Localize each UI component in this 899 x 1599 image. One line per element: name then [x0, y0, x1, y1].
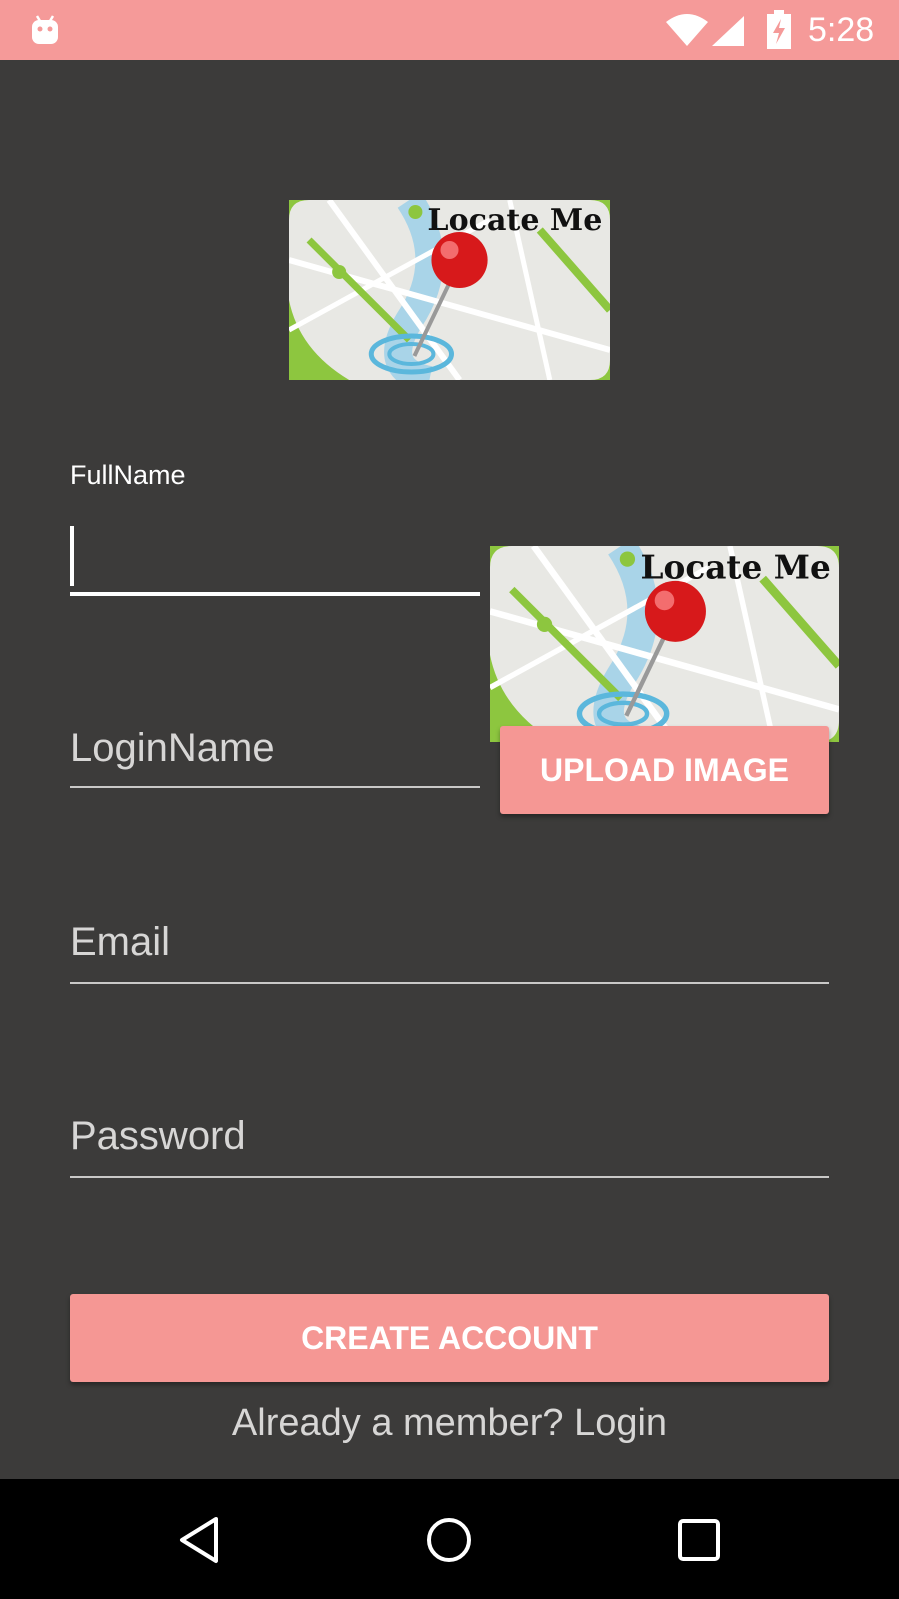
fullname-underline: [70, 592, 480, 596]
email-input[interactable]: Email: [70, 918, 829, 984]
wifi-icon: [666, 14, 708, 46]
password-underline: [70, 1176, 829, 1178]
loginname-placeholder: LoginName: [70, 726, 275, 770]
profile-image-preview: Locate Me: [490, 546, 839, 742]
email-underline: [70, 982, 829, 984]
upload-image-button[interactable]: UPLOAD IMAGE: [500, 726, 829, 814]
back-icon[interactable]: [176, 1515, 226, 1565]
email-placeholder: Email: [70, 920, 171, 964]
login-link[interactable]: Already a member? Login: [0, 1402, 899, 1445]
recents-icon[interactable]: [674, 1515, 724, 1565]
create-account-button[interactable]: CREATE ACCOUNT: [70, 1294, 829, 1382]
battery-charging-icon: [767, 10, 791, 49]
text-cursor: [70, 526, 74, 586]
fullname-input[interactable]: [70, 522, 480, 596]
password-placeholder: Password: [70, 1114, 246, 1158]
map-pin-icon: Locate Me: [289, 200, 610, 380]
fullname-label: FullName: [70, 460, 186, 490]
status-time: 5:28: [808, 11, 875, 49]
home-icon[interactable]: [424, 1515, 474, 1565]
navigation-bar: [0, 1479, 899, 1599]
status-bar: 5:28: [0, 0, 899, 60]
map-pin-icon: Locate Me: [490, 546, 839, 742]
password-input[interactable]: Password: [70, 1112, 829, 1178]
android-icon: [32, 15, 58, 44]
loginname-input[interactable]: LoginName: [70, 724, 480, 788]
cell-signal-icon: [712, 16, 744, 46]
app-logo: Locate Me: [289, 200, 610, 380]
profile-image-text: Locate Me: [641, 548, 831, 587]
logo-text: Locate Me: [427, 203, 602, 238]
loginname-underline: [70, 786, 480, 788]
